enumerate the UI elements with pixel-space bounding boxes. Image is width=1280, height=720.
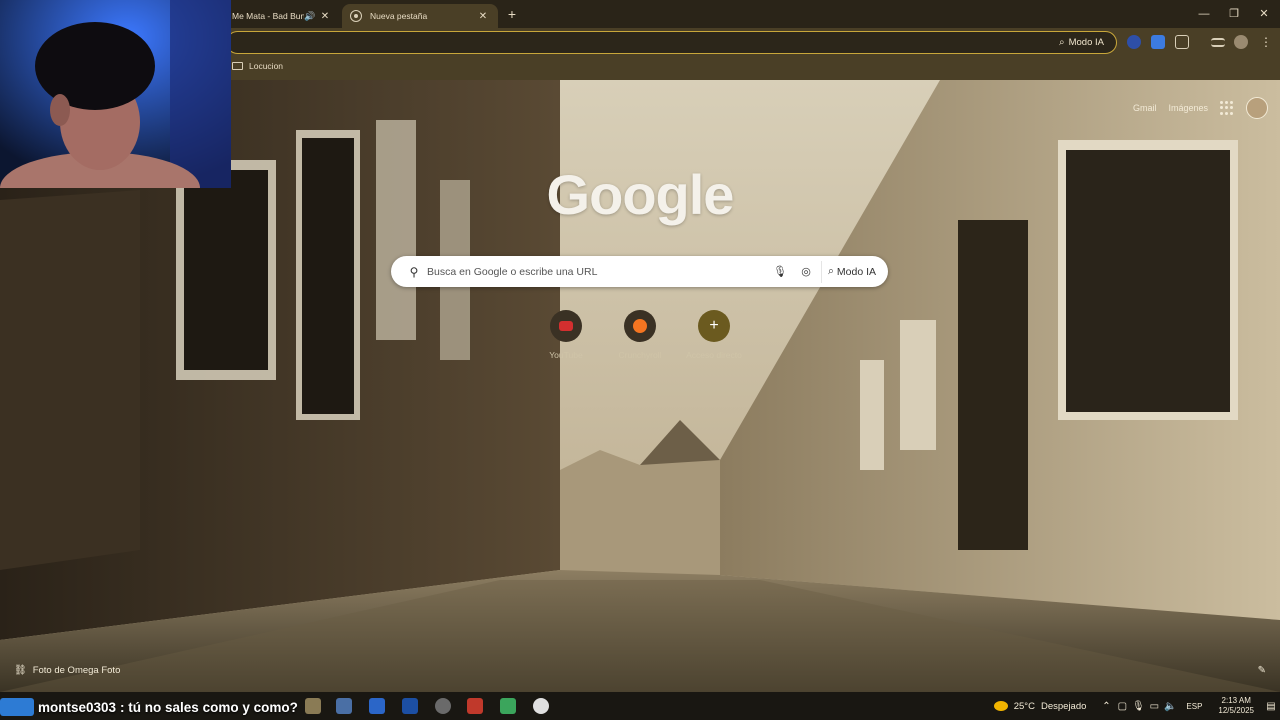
shortcut-tile <box>624 310 656 342</box>
crunchyroll-icon <box>633 319 647 333</box>
webcam-overlay <box>0 0 231 188</box>
bookmark-locucion[interactable]: Locucion <box>232 61 283 71</box>
address-bar[interactable]: ⌕ Modo IA <box>226 31 1117 54</box>
tab-bad-bunny[interactable]: Me Mata - Bad Bunny 🔊 ✕ <box>224 4 340 28</box>
tab-title: Me Mata - Bad Bunny <box>232 11 304 21</box>
weather-sun-icon <box>993 701 1008 711</box>
new-tab-button[interactable]: + <box>504 6 520 22</box>
link-icon: ⛓ <box>14 665 27 676</box>
profile-avatar-icon[interactable] <box>1234 35 1248 49</box>
media-controls-icon[interactable] <box>1211 38 1225 47</box>
bookmark-label: Locucion <box>249 61 284 71</box>
chrome-icon[interactable] <box>533 698 549 714</box>
shortcut-youtube[interactable]: YouTube <box>535 310 597 360</box>
google-lens-icon[interactable]: ◎ <box>793 265 819 278</box>
shortcut-add[interactable]: + Acceso directo <box>683 310 745 360</box>
microphone-icon[interactable]: 🎙 <box>1130 701 1146 712</box>
menu-kebab-icon[interactable]: ⋮ <box>1259 35 1273 49</box>
chrome-favicon-icon <box>350 10 362 22</box>
weather-condition: Despejado <box>1040 700 1087 712</box>
microphone-icon[interactable]: 🎙 <box>767 265 793 278</box>
top-links: Gmail Imágenes <box>1133 96 1280 120</box>
shortcut-label: Crunchyroll <box>618 350 662 360</box>
ai-mode-label: Modo IA <box>1068 37 1104 48</box>
speaker-icon[interactable]: 🔊 <box>304 11 318 22</box>
plus-icon: + <box>698 310 730 342</box>
shortcut-label: Acceso directo <box>686 350 742 360</box>
ai-mode-button[interactable]: ⌕ Modo IA <box>821 260 888 283</box>
chat-username: montse0303 <box>38 699 117 715</box>
shortcut-tile <box>550 310 582 342</box>
clock-date: 12/5/2025 <box>1218 706 1254 715</box>
chevron-up-icon[interactable]: ⌃ <box>1098 701 1114 712</box>
language-indicator[interactable]: ESP <box>1186 702 1202 711</box>
file-explorer-icon[interactable] <box>305 698 321 714</box>
extensions-puzzle-icon[interactable] <box>1175 35 1189 49</box>
shortcut-label: YouTube <box>549 350 583 360</box>
volume-icon[interactable]: 🔈 <box>1162 701 1178 712</box>
app-red-icon[interactable] <box>467 698 483 714</box>
system-tray: 25°C Despejado ⌃ ▢ 🎙 ▭ 🔈 ESP 2:13 AM 12/… <box>993 692 1280 720</box>
app-green-icon[interactable] <box>500 698 516 714</box>
extension-shield-icon[interactable] <box>1127 35 1141 49</box>
chat-badge-icon <box>0 698 34 716</box>
search-icon: ⚲ <box>409 264 419 279</box>
close-window-button[interactable]: ✕ <box>1254 6 1274 22</box>
ai-mode-button[interactable]: ⌕ Modo IA <box>1053 34 1110 51</box>
gmail-link[interactable]: Gmail <box>1133 103 1157 113</box>
weather-widget[interactable]: 25°C Despejado <box>993 700 1087 712</box>
shortcut-crunchyroll[interactable]: Crunchyroll <box>609 310 671 360</box>
search-box[interactable]: ⚲ 🎙 ◎ ⌕ Modo IA <box>391 256 888 287</box>
customize-pencil-icon[interactable]: ✎ <box>1258 665 1266 676</box>
notifications-icon[interactable]: ▤ <box>1262 701 1280 712</box>
ai-mode-label: Modo IA <box>836 265 876 278</box>
chat-message: : tú no sales como y como? <box>120 699 298 715</box>
translate-icon[interactable] <box>1151 35 1165 49</box>
tray-app-icon[interactable]: ▢ <box>1114 701 1130 712</box>
store-icon[interactable] <box>336 698 352 714</box>
images-link[interactable]: Imágenes <box>1168 103 1208 113</box>
folder-icon <box>232 62 243 70</box>
clock[interactable]: 2:13 AM 12/5/2025 <box>1218 696 1254 716</box>
tab-title: Nueva pestaña <box>370 11 428 21</box>
close-tab-icon[interactable]: ✕ <box>318 11 332 22</box>
chat-overlay: montse0303 : tú no sales como y como? <box>0 696 298 718</box>
obs-icon[interactable] <box>435 698 451 714</box>
weather-temp: 25°C <box>1013 700 1035 712</box>
account-avatar[interactable] <box>1246 97 1268 119</box>
minimize-button[interactable]: — <box>1194 6 1214 22</box>
youtube-icon <box>559 321 573 331</box>
outlook-icon[interactable] <box>369 698 385 714</box>
restore-button[interactable]: ❐ <box>1224 6 1244 22</box>
clock-time: 2:13 AM <box>1221 696 1251 705</box>
photo-credit-text: Foto de Omega Foto <box>32 665 121 676</box>
streamer-webcam-image <box>0 0 231 188</box>
google-apps-icon[interactable] <box>1220 101 1234 115</box>
network-icon[interactable]: ▭ <box>1146 701 1162 712</box>
tab-new-tab[interactable]: Nueva pestaña ✕ <box>342 4 498 28</box>
sparkle-search-icon: ⌕ <box>1059 37 1065 48</box>
search-input[interactable] <box>427 265 767 278</box>
sparkle-search-icon: ⌕ <box>828 265 834 277</box>
shortcuts: YouTube Crunchyroll + Acceso directo <box>540 310 742 370</box>
app-icon[interactable] <box>402 698 418 714</box>
photo-credit[interactable]: ⛓ Foto de Omega Foto <box>14 665 120 676</box>
close-tab-icon[interactable]: ✕ <box>476 11 490 22</box>
